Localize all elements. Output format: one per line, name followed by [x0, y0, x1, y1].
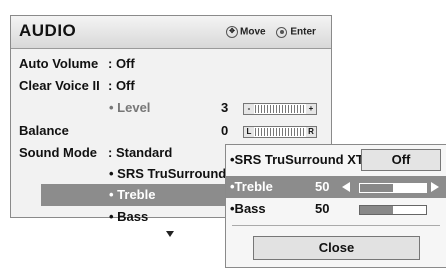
- auto-volume-value: : Off: [108, 56, 135, 71]
- enter-icon: [276, 26, 288, 38]
- balance-right-label: R: [306, 127, 316, 137]
- popup-treble-value: 50: [315, 179, 330, 194]
- sound-mode-popup: •SRS TruSurround XT Off •Treble 50 •Bass…: [225, 144, 446, 268]
- level-minus-icon: -: [244, 104, 254, 114]
- balance-label: Balance: [19, 123, 69, 138]
- navigation-hints: ✥ Move Enter: [226, 26, 316, 38]
- menu-item-auto-volume[interactable]: Auto Volume : Off: [11, 54, 331, 74]
- balance-slider[interactable]: L R: [243, 126, 317, 138]
- scroll-down-icon[interactable]: [166, 231, 174, 237]
- enter-hint: Enter: [290, 26, 316, 38]
- treble-slider-fill: [360, 184, 393, 192]
- move-icon: ✥: [226, 26, 238, 38]
- srs-label: • SRS TruSurround: [109, 166, 227, 181]
- right-arrow-icon[interactable]: [431, 182, 439, 192]
- popup-treble-label: •Treble: [230, 179, 273, 194]
- left-arrow-icon[interactable]: [342, 182, 350, 192]
- sound-mode-value: : Standard: [108, 145, 173, 160]
- level-plus-icon: +: [306, 104, 316, 114]
- popup-divider: [232, 225, 440, 226]
- popup-srs-label: •SRS TruSurround XT: [230, 152, 364, 167]
- menu-item-clear-voice[interactable]: Clear Voice II : Off: [11, 76, 331, 96]
- balance-left-label: L: [244, 127, 254, 137]
- popup-bass-label: •Bass: [230, 201, 266, 216]
- level-ticks: [255, 105, 305, 113]
- clear-voice-value: : Off: [108, 78, 135, 93]
- srs-value-box[interactable]: Off: [361, 149, 441, 171]
- close-button[interactable]: Close: [253, 236, 420, 260]
- bass-slider-fill: [360, 206, 393, 214]
- sound-mode-label: Sound Mode: [19, 145, 97, 160]
- popup-item-bass[interactable]: •Bass 50: [226, 198, 446, 220]
- menu-header: AUDIO ✥ Move Enter: [11, 16, 331, 49]
- balance-ticks: [255, 128, 305, 136]
- balance-value: 0: [221, 123, 229, 138]
- move-hint: Move: [240, 26, 266, 38]
- level-slider[interactable]: - +: [243, 103, 317, 115]
- popup-item-treble[interactable]: •Treble 50: [226, 176, 446, 198]
- bass-label: • Bass: [109, 209, 149, 224]
- menu-item-level[interactable]: • Level 3 - +: [11, 98, 331, 118]
- treble-slider[interactable]: [359, 183, 427, 193]
- clear-voice-label: Clear Voice II: [19, 78, 100, 93]
- auto-volume-label: Auto Volume: [19, 56, 99, 71]
- bass-slider[interactable]: [359, 205, 427, 215]
- level-label: • Level: [109, 100, 151, 115]
- menu-item-balance[interactable]: Balance 0 L R: [11, 121, 331, 141]
- level-value: 3: [221, 100, 229, 115]
- menu-title: AUDIO: [19, 21, 77, 40]
- popup-bass-value: 50: [315, 201, 330, 216]
- treble-label: • Treble: [109, 187, 156, 202]
